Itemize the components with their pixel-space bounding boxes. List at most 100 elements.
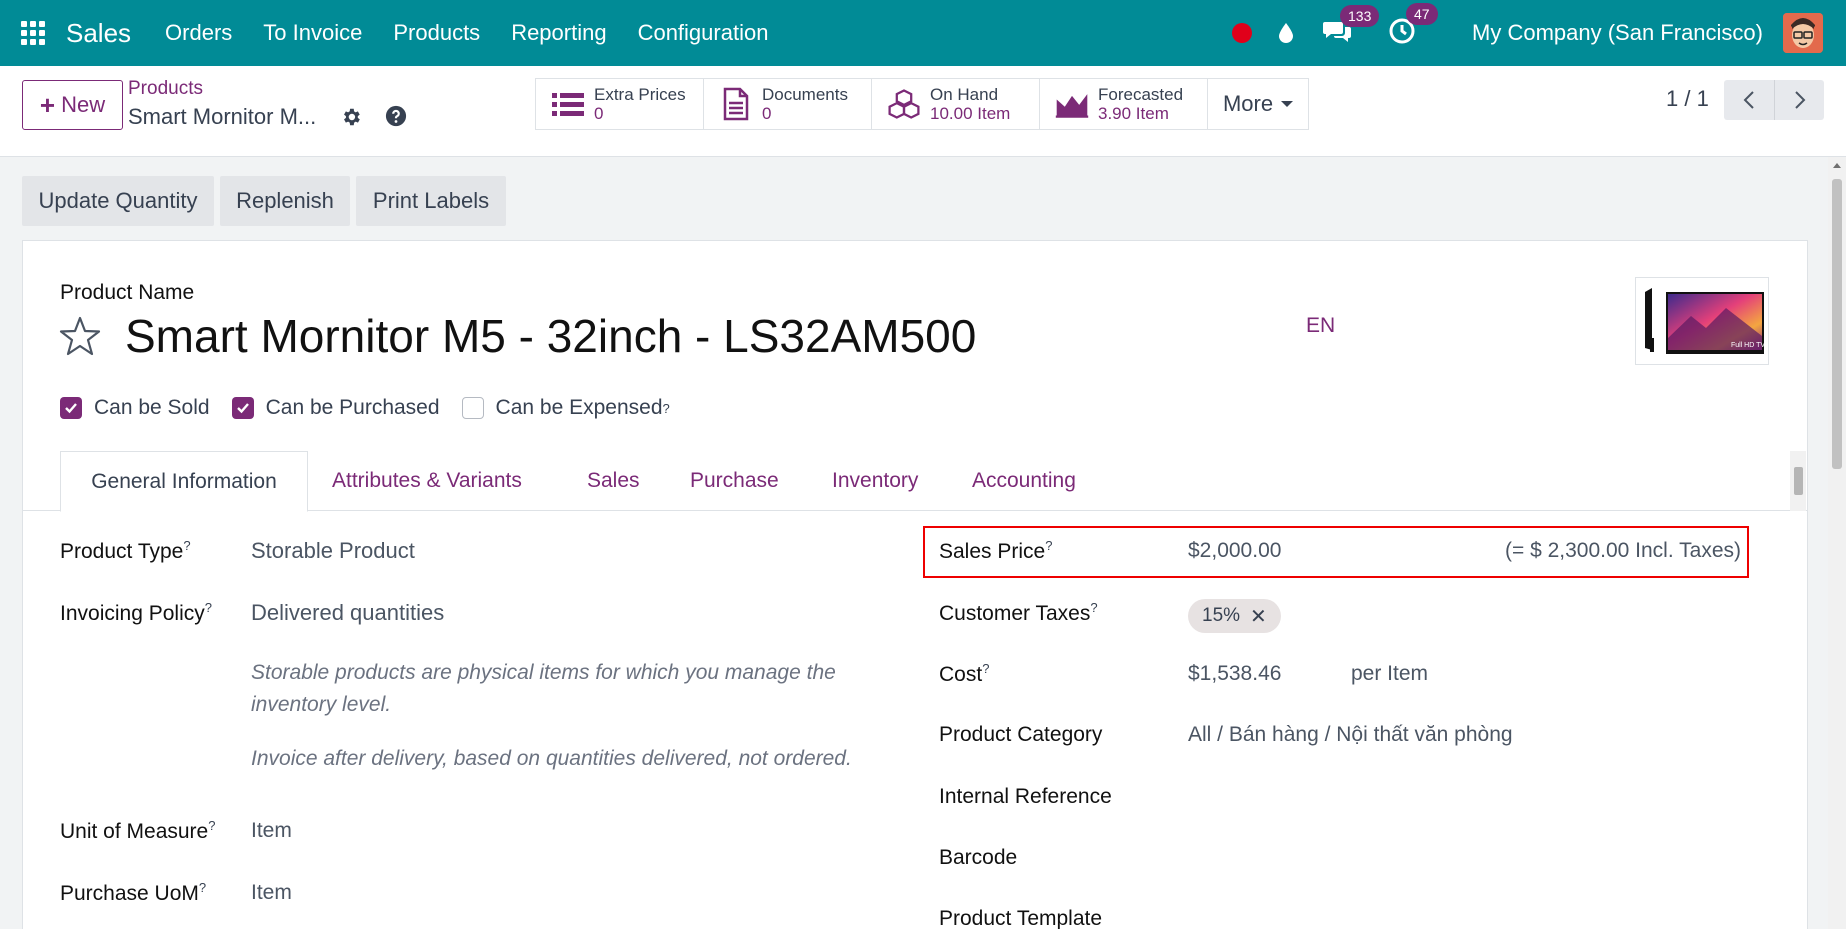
purchase-uom-field[interactable]: Item (251, 881, 292, 905)
tv-image: Full HD TV (1645, 288, 1765, 354)
can-be-expensed-checkbox[interactable]: Can be Expensed? (461, 396, 670, 420)
purchase-uom-label: Purchase UoM? (60, 880, 207, 905)
company-switcher[interactable]: My Company (San Francisco) (1472, 20, 1763, 46)
pager-next-button[interactable] (1774, 80, 1824, 120)
tv-image-caption: Full HD TV (1731, 342, 1765, 349)
activities-badge: 47 (1406, 2, 1438, 25)
product-type-field[interactable]: Storable Product (251, 538, 415, 564)
new-button-label: New (61, 92, 106, 117)
tab-inventory[interactable]: Inventory (832, 451, 918, 511)
caret-down-icon (1281, 101, 1294, 107)
product-flags: Can be Sold Can be Purchased Can be Expe… (60, 396, 692, 420)
help-tooltip-icon[interactable]: ? (183, 538, 190, 553)
extra-prices-button[interactable]: Extra Prices 0 (536, 79, 704, 129)
more-button-label: More (1222, 91, 1274, 116)
more-button[interactable]: More (1208, 79, 1308, 129)
checkbox-checked-icon[interactable] (231, 397, 254, 419)
activities-menu[interactable]: 47 (1388, 2, 1438, 50)
help-tooltip-icon[interactable]: ? (982, 661, 989, 676)
menu-reporting[interactable]: Reporting (511, 20, 606, 46)
help-tooltip-icon[interactable]: ? (205, 600, 212, 615)
cost-unit: per Item (1351, 662, 1429, 685)
tab-attributes-variants[interactable]: Attributes & Variants (332, 451, 522, 511)
help-tooltip-icon[interactable]: ? (663, 401, 670, 416)
apps-menu-icon[interactable] (20, 20, 46, 46)
replenish-button[interactable]: Replenish (220, 176, 350, 226)
messages-badge: 133 (1340, 4, 1380, 27)
forecasted-button[interactable]: Forecasted 3.90 Item (1040, 79, 1208, 129)
checkbox-unchecked-icon[interactable] (461, 397, 484, 419)
invoice-help-text: Invoice after delivery, based on quantit… (251, 747, 852, 770)
help-tooltip-icon[interactable]: ? (1090, 600, 1097, 615)
area-chart-icon (1055, 94, 1089, 118)
pager-previous-button[interactable] (1724, 80, 1774, 120)
language-button[interactable]: EN (1306, 314, 1335, 338)
breadcrumb-current: Smart Mornitor M... (128, 104, 317, 129)
menu-products[interactable]: Products (393, 20, 480, 46)
tab-sales[interactable]: Sales (587, 451, 640, 511)
close-icon[interactable]: ✕ (1250, 604, 1267, 629)
checkbox-checked-icon[interactable] (60, 397, 82, 419)
menu-configuration[interactable]: Configuration (638, 20, 769, 46)
help-tooltip-icon[interactable]: ? (208, 818, 215, 833)
can-be-sold-checkbox[interactable]: Can be Sold (60, 396, 210, 420)
update-quantity-button[interactable]: Update Quantity (22, 176, 214, 226)
record-indicator-icon[interactable] (1232, 23, 1253, 43)
tax-tag-label: 15% (1202, 605, 1241, 626)
favorite-star-icon[interactable] (59, 315, 101, 357)
new-button[interactable]: + New (22, 80, 123, 130)
cubes-icon (888, 89, 920, 119)
breadcrumb-parent[interactable]: Products (128, 78, 203, 100)
can-be-expensed-label: Can be Expensed (495, 396, 663, 419)
on-hand-label: On Hand (930, 85, 999, 104)
unit-of-measure-label: Unit of Measure? (60, 818, 216, 843)
internal-reference-label: Internal Reference (939, 785, 1112, 808)
chevron-right-icon (1794, 91, 1805, 109)
app-name[interactable]: Sales (66, 18, 131, 49)
can-be-purchased-checkbox[interactable]: Can be Purchased (231, 396, 440, 420)
product-name-field[interactable]: Smart Mornitor M5 - 32inch - LS32AM500 (125, 309, 976, 363)
help-icon[interactable] (385, 105, 407, 127)
unit-of-measure-field[interactable]: Item (251, 819, 292, 843)
page-scrollbar[interactable] (1828, 157, 1846, 929)
scroll-up-arrow-icon[interactable] (1833, 163, 1841, 168)
forecasted-label: Forecasted (1098, 85, 1184, 104)
extra-prices-label: Extra Prices (594, 85, 686, 104)
messages-menu[interactable]: 133 (1322, 4, 1380, 48)
help-tooltip-icon[interactable]: ? (199, 880, 206, 895)
documents-button[interactable]: Documents 0 (704, 79, 872, 129)
document-icon (723, 87, 749, 121)
menu-to-invoice[interactable]: To Invoice (263, 20, 362, 46)
print-labels-button[interactable]: Print Labels (356, 176, 506, 226)
notebook-tabs: General Information Attributes & Variant… (23, 451, 1807, 512)
drop-icon[interactable] (1278, 22, 1294, 44)
customer-taxes-label: Customer Taxes? (939, 600, 1098, 625)
cost-field[interactable]: $1,538.46 (1188, 662, 1281, 686)
documents-value: 0 (762, 104, 772, 123)
forecasted-value: 3.90 Item (1098, 104, 1169, 123)
help-tooltip-icon[interactable]: ? (1045, 538, 1052, 553)
tab-accounting[interactable]: Accounting (972, 451, 1076, 511)
product-template-label: Product Template (939, 907, 1103, 929)
tax-tag[interactable]: 15% ✕ (1188, 599, 1281, 633)
gear-icon[interactable] (340, 106, 362, 128)
product-category-field[interactable]: All / Bán hàng / Nội thất văn phòng (1188, 723, 1513, 747)
tabs-scrollbar[interactable] (1790, 451, 1806, 511)
product-image[interactable]: Full HD TV (1635, 277, 1769, 365)
product-name-label: Product Name (60, 281, 195, 304)
scrollbar-thumb[interactable] (1832, 179, 1842, 469)
tab-general-information[interactable]: General Information (60, 451, 308, 512)
list-icon (552, 93, 584, 116)
user-avatar[interactable] (1783, 13, 1823, 53)
pager-value[interactable]: 1 / 1 (1666, 86, 1709, 112)
tab-purchase[interactable]: Purchase (690, 451, 779, 511)
top-navbar: Sales Orders To Invoice Products Reporti… (0, 0, 1846, 66)
sales-price-field[interactable]: $2,000.00 (1188, 539, 1281, 563)
invoicing-policy-field[interactable]: Delivered quantities (251, 600, 444, 626)
menu-orders[interactable]: Orders (165, 20, 232, 46)
product-category-label: Product Category (939, 723, 1103, 746)
on-hand-button[interactable]: On Hand 10.00 Item (872, 79, 1040, 129)
smart-buttons: Extra Prices 0 Documents 0 On Hand 10.00… (535, 78, 1309, 130)
product-type-label: Product Type? (60, 538, 191, 563)
extra-prices-value: 0 (594, 104, 604, 123)
